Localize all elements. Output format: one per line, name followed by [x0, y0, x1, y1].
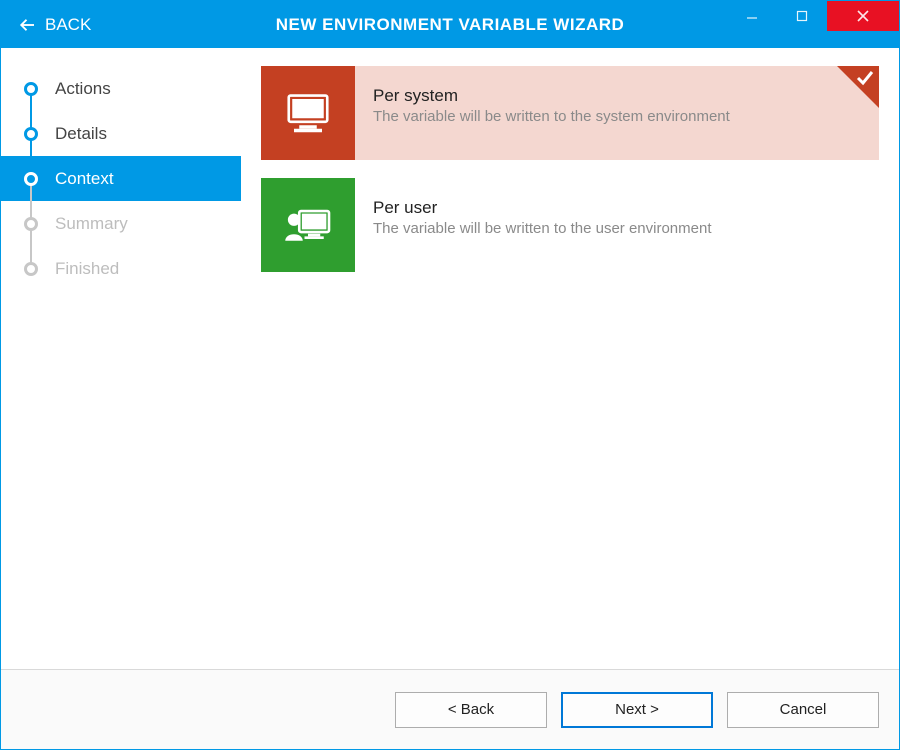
user-computer-icon	[280, 197, 336, 253]
wizard-footer: < Back Next > Cancel	[1, 669, 899, 749]
computer-icon	[280, 85, 336, 141]
next-button[interactable]: Next >	[561, 692, 713, 728]
maximize-button[interactable]	[777, 1, 827, 31]
wizard-window: BACK NEW ENVIRONMENT VARIABLE WIZARD	[0, 0, 900, 750]
back-button[interactable]: BACK	[19, 15, 91, 35]
option-text: Per system The variable will be written …	[355, 66, 879, 160]
per-user-tile	[261, 178, 355, 272]
option-title: Per system	[373, 86, 861, 106]
step-marker-icon	[24, 262, 38, 276]
back-nav-button[interactable]: < Back	[395, 692, 547, 728]
option-description: The variable will be written to the syst…	[373, 108, 861, 125]
option-per-system[interactable]: Per system The variable will be written …	[261, 66, 879, 160]
wizard-body: Actions Details Context Summary Finished	[1, 48, 899, 669]
step-marker-icon	[24, 172, 38, 186]
window-controls	[727, 1, 899, 31]
option-description: The variable will be written to the user…	[373, 220, 861, 237]
back-label: BACK	[45, 15, 91, 35]
back-arrow-icon	[19, 16, 37, 34]
per-system-tile	[261, 66, 355, 160]
step-marker-icon	[24, 217, 38, 231]
option-text: Per user The variable will be written to…	[355, 178, 879, 272]
checkmark-icon	[855, 68, 875, 88]
step-marker-icon	[24, 127, 38, 141]
option-title: Per user	[373, 198, 861, 218]
option-per-user[interactable]: Per user The variable will be written to…	[261, 178, 879, 272]
step-label: Summary	[55, 214, 128, 234]
step-label: Finished	[55, 259, 119, 279]
step-summary: Summary	[1, 201, 241, 246]
step-actions[interactable]: Actions	[1, 66, 241, 111]
step-details[interactable]: Details	[1, 111, 241, 156]
step-label: Context	[55, 169, 114, 189]
maximize-icon	[796, 10, 808, 22]
step-label: Actions	[55, 79, 111, 99]
step-marker-icon	[24, 82, 38, 96]
wizard-steps-sidebar: Actions Details Context Summary Finished	[1, 48, 241, 669]
window-title: NEW ENVIRONMENT VARIABLE WIZARD	[276, 15, 625, 35]
titlebar: BACK NEW ENVIRONMENT VARIABLE WIZARD	[1, 1, 899, 48]
step-label: Details	[55, 124, 107, 144]
step-context[interactable]: Context	[1, 156, 241, 201]
minimize-button[interactable]	[727, 1, 777, 31]
close-button[interactable]	[827, 1, 899, 31]
context-options-panel: Per system The variable will be written …	[241, 48, 899, 669]
step-finished: Finished	[1, 246, 241, 291]
close-icon	[856, 9, 870, 23]
cancel-button[interactable]: Cancel	[727, 692, 879, 728]
minimize-icon	[746, 10, 758, 22]
